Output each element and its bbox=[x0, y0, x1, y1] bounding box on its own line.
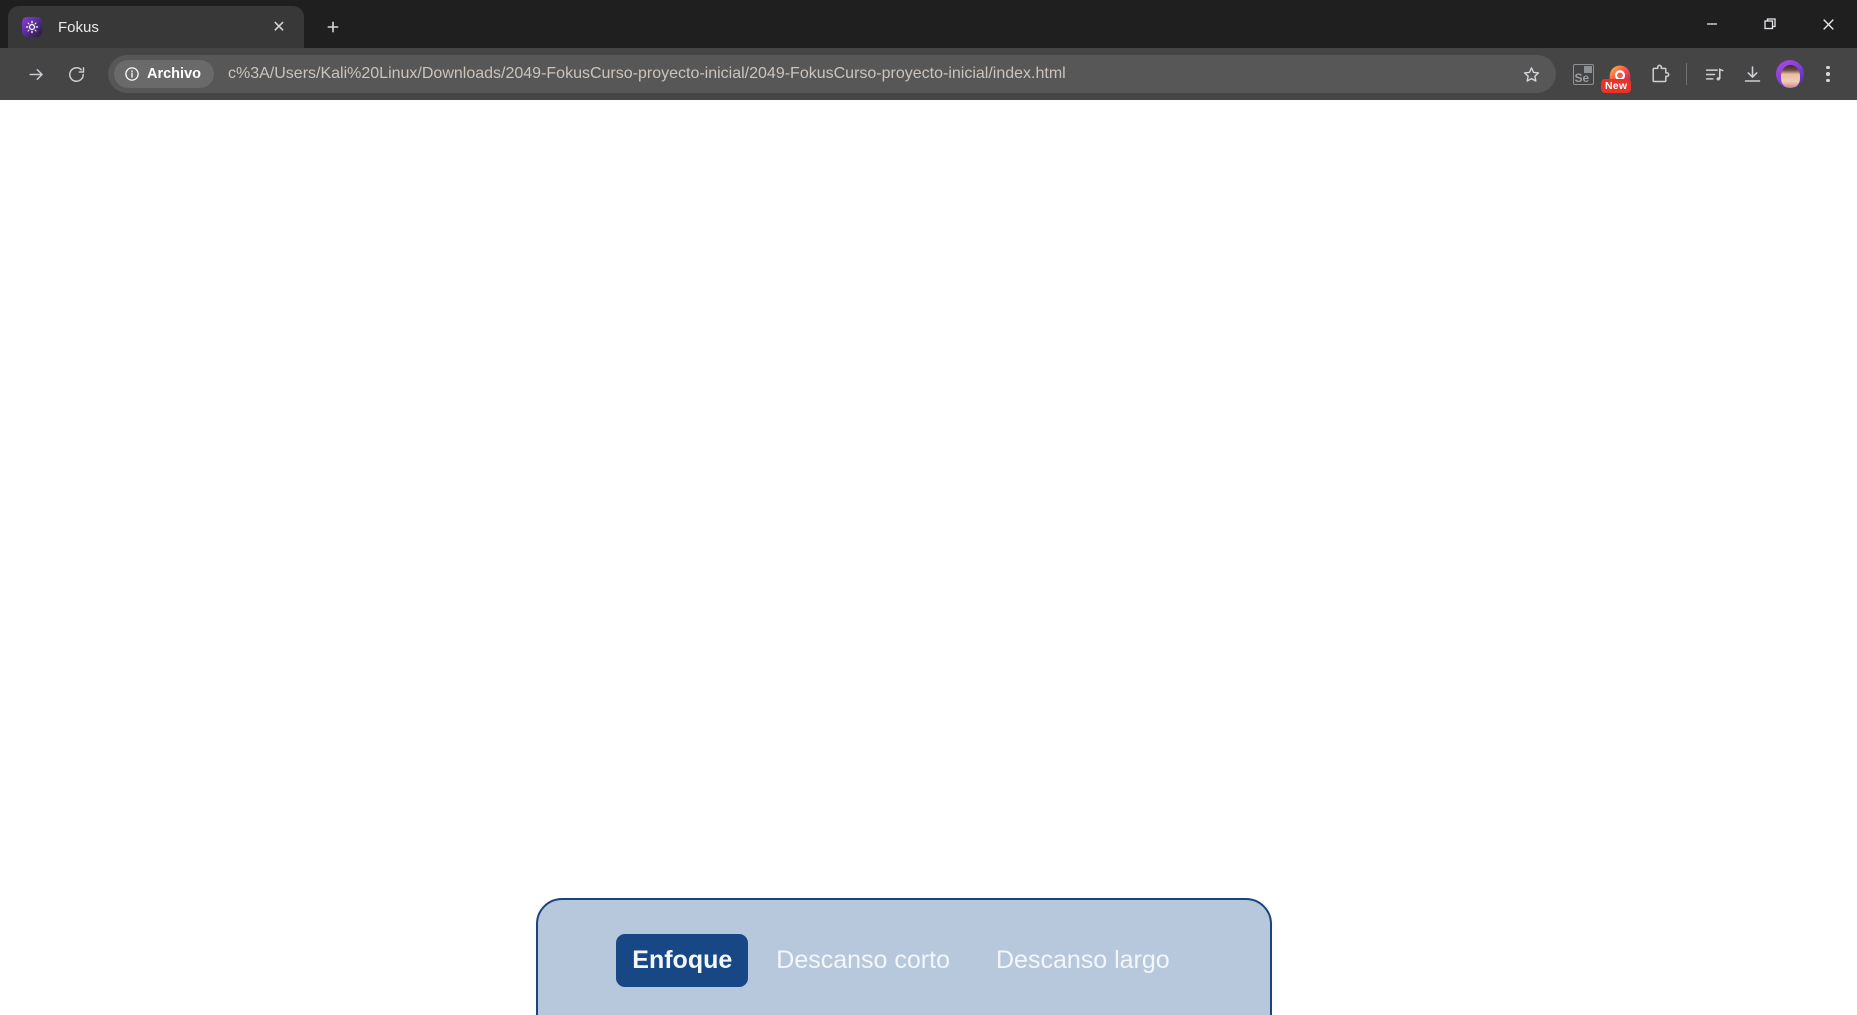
browser-tab-fokus[interactable]: Fokus ✕ bbox=[8, 6, 304, 48]
extensions-puzzle-icon[interactable] bbox=[1640, 55, 1678, 93]
media-playlist-icon[interactable] bbox=[1695, 55, 1733, 93]
downloads-icon[interactable] bbox=[1733, 55, 1771, 93]
toolbar-divider bbox=[1686, 63, 1687, 85]
address-bar-url: c%3A/Users/Kali%20Linux/Downloads/2049-F… bbox=[228, 65, 1066, 82]
window-controls bbox=[1683, 0, 1857, 48]
star-icon[interactable] bbox=[1514, 57, 1548, 91]
reload-icon[interactable] bbox=[56, 54, 96, 94]
mode-tab-enfoque[interactable]: Enfoque bbox=[616, 934, 749, 987]
info-circle-icon bbox=[125, 67, 139, 81]
close-tab-icon[interactable]: ✕ bbox=[266, 14, 292, 40]
fokus-timer-card: Enfoque Descanso corto Descanso largo Mú… bbox=[536, 898, 1272, 1015]
tab-strip: Fokus ✕ bbox=[0, 0, 1857, 48]
address-bar[interactable]: Archivo c%3A/Users/Kali%20Linux/Download… bbox=[108, 55, 1556, 93]
browser-toolbar: Archivo c%3A/Users/Kali%20Linux/Download… bbox=[0, 48, 1857, 100]
restore-window-button[interactable] bbox=[1741, 0, 1799, 48]
site-info-chip[interactable]: Archivo bbox=[114, 60, 214, 88]
mode-tab-descanso-corto[interactable]: Descanso corto bbox=[758, 934, 968, 987]
browser-window: Fokus ✕ Archivo c%3A/Users/Kali%20Linux/… bbox=[0, 0, 1857, 1015]
browser-tab-title: Fokus bbox=[58, 18, 99, 36]
new-tab-button[interactable] bbox=[316, 10, 350, 44]
selenium-ide-icon[interactable]: Se bbox=[1564, 55, 1602, 93]
close-window-button[interactable] bbox=[1799, 0, 1857, 48]
page-viewport: Enfoque Descanso corto Descanso largo Mú… bbox=[0, 100, 1857, 1015]
extension-new-badge: New bbox=[1601, 79, 1632, 93]
mode-tabs: Enfoque Descanso corto Descanso largo bbox=[616, 934, 1187, 987]
forward-arrow-icon[interactable] bbox=[16, 54, 56, 94]
fokus-target-icon bbox=[22, 17, 42, 37]
minimize-window-button[interactable] bbox=[1683, 0, 1741, 48]
chrome-menu-icon[interactable] bbox=[1809, 55, 1847, 93]
avatar bbox=[1776, 60, 1804, 88]
profile-avatar[interactable] bbox=[1771, 55, 1809, 93]
site-info-label: Archivo bbox=[147, 66, 201, 82]
extension-badge-icon[interactable]: New bbox=[1601, 55, 1640, 93]
mode-tab-descanso-largo[interactable]: Descanso largo bbox=[978, 934, 1188, 987]
selenium-ide-label: Se bbox=[1572, 63, 1594, 85]
